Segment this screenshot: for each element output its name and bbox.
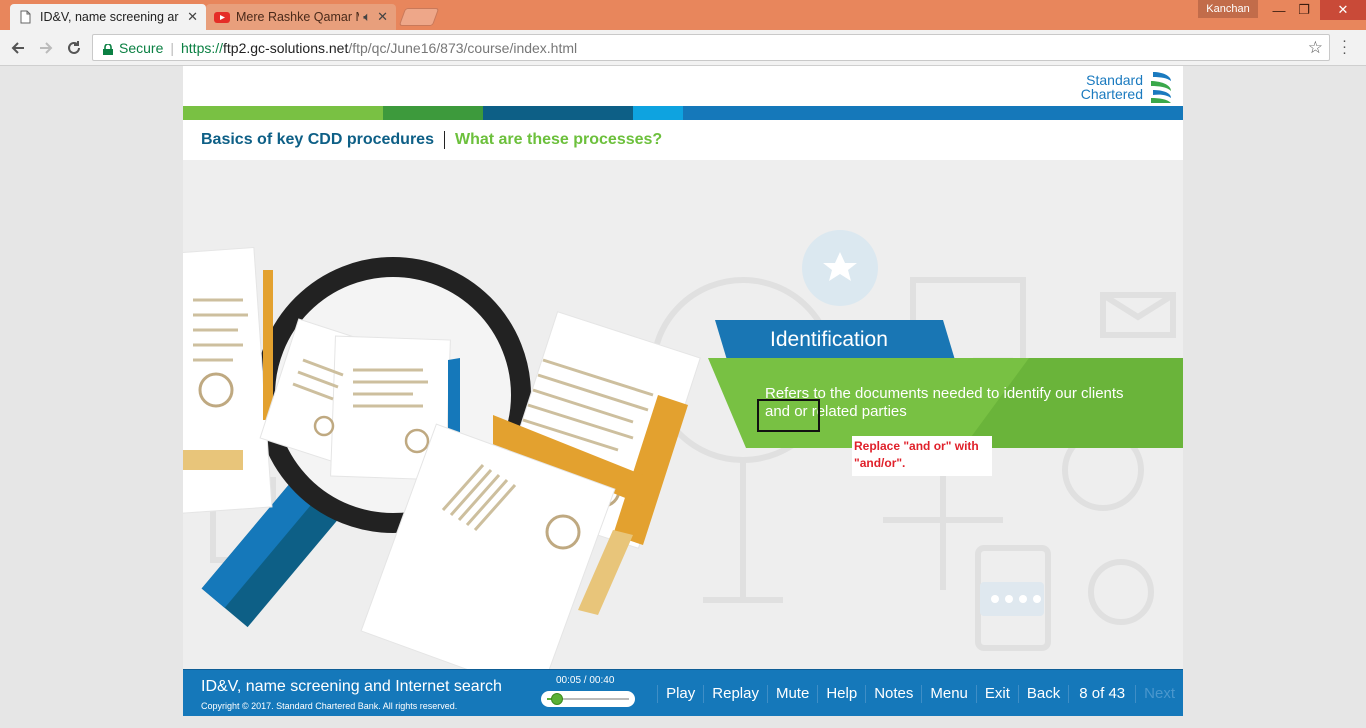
browser-titlebar: ID&V, name screening ar ✕ Mere Rashke Qa… (0, 0, 1366, 30)
player-footer: ID&V, name screening and Internet search… (183, 669, 1183, 716)
standard-chartered-logo: Standard Chartered (1081, 70, 1175, 104)
course-player: Standard Chartered Basics of key CDD pro… (183, 66, 1183, 716)
next-button[interactable]: Next (1135, 684, 1183, 703)
browser-menu-icon[interactable]: · · · (1342, 33, 1347, 60)
window-close-icon[interactable]: ✕ (1320, 0, 1366, 20)
page-icon (18, 10, 32, 24)
card-body-line2: and or related parties (765, 403, 907, 420)
address-bar[interactable]: Secure | https://ftp2.gc-solutions.net/f… (92, 34, 1330, 61)
player-controls: Play Replay Mute Help Notes Menu Exit Ba… (657, 670, 1183, 716)
breadcrumb: Basics of key CDD procedures What are th… (183, 120, 1183, 160)
url-scheme: https:// (181, 39, 224, 56)
card-body-line1: Refers to the documents needed to identi… (765, 385, 1124, 402)
course-header: Standard Chartered (183, 66, 1183, 106)
breadcrumb-divider (443, 131, 445, 149)
seek-bar[interactable] (541, 691, 635, 707)
tab-title: Mere Rashke Qamar M (236, 10, 360, 24)
back-button[interactable]: Back (1017, 684, 1068, 703)
page-indicator: 8 of 43 (1068, 684, 1135, 703)
secure-label: Secure (119, 39, 164, 56)
review-note: Replace "and or" with "and/or". (852, 436, 992, 476)
brand-stripes (183, 106, 1183, 120)
mute-button[interactable]: Mute (766, 684, 817, 703)
lock-icon (103, 42, 113, 55)
review-note-line2: "and/or". (854, 456, 906, 470)
replay-button[interactable]: Replay (703, 684, 767, 703)
url-separator: | (170, 39, 174, 56)
url-host: ftp2.gc-solutions.net (223, 39, 349, 56)
logo-line1: Standard (1086, 72, 1143, 88)
back-arrow-icon[interactable] (6, 36, 30, 60)
bookmark-star-icon[interactable]: ☆ (1308, 38, 1323, 58)
time-readout: 00:05 / 00:40 (556, 675, 615, 686)
forward-arrow-icon[interactable] (34, 36, 58, 60)
notes-button[interactable]: Notes (865, 684, 921, 703)
close-icon[interactable]: ✕ (377, 9, 388, 25)
youtube-icon (214, 10, 230, 24)
close-icon[interactable]: ✕ (187, 9, 198, 25)
review-note-line1: Replace "and or" with (854, 439, 979, 453)
card-title: Identification (770, 328, 888, 351)
logo-line2: Chartered (1080, 86, 1143, 102)
menu-button[interactable]: Menu (921, 684, 976, 703)
browser-toolbar: Secure | https://ftp2.gc-solutions.net/f… (0, 30, 1366, 66)
seek-handle[interactable] (551, 693, 564, 705)
play-button[interactable]: Play (657, 684, 703, 703)
new-tab-button[interactable] (398, 8, 440, 26)
card-body: Refers to the documents needed to identi… (765, 385, 1165, 421)
logo-mark-icon (1151, 72, 1171, 103)
profile-badge[interactable]: Kanchan (1198, 0, 1258, 18)
breadcrumb-section: Basics of key CDD procedures (201, 131, 434, 148)
reload-icon[interactable] (62, 36, 86, 60)
tab-youtube[interactable]: Mere Rashke Qamar M 🔈︎ ✕ (206, 4, 396, 30)
restore-icon[interactable]: ❐ (1290, 0, 1318, 20)
exit-button[interactable]: Exit (975, 684, 1018, 703)
slide-content: Identification Refers to the documents n… (183, 160, 1183, 669)
copyright: Copyright © 2017. Standard Chartered Ban… (201, 701, 458, 711)
breadcrumb-topic: What are these processes? (454, 131, 663, 148)
url-path: /ftp/qc/June16/873/course/index.html (348, 39, 578, 56)
minimize-icon[interactable]: — (1265, 0, 1293, 20)
review-highlight-box (757, 399, 820, 432)
speaker-icon[interactable]: 🔈︎ (363, 9, 371, 25)
course-title: ID&V, name screening and Internet search (201, 678, 502, 695)
help-button[interactable]: Help (817, 684, 865, 703)
tab-title: ID&V, name screening ar (40, 10, 179, 24)
tab-idv[interactable]: ID&V, name screening ar ✕ (10, 4, 206, 30)
